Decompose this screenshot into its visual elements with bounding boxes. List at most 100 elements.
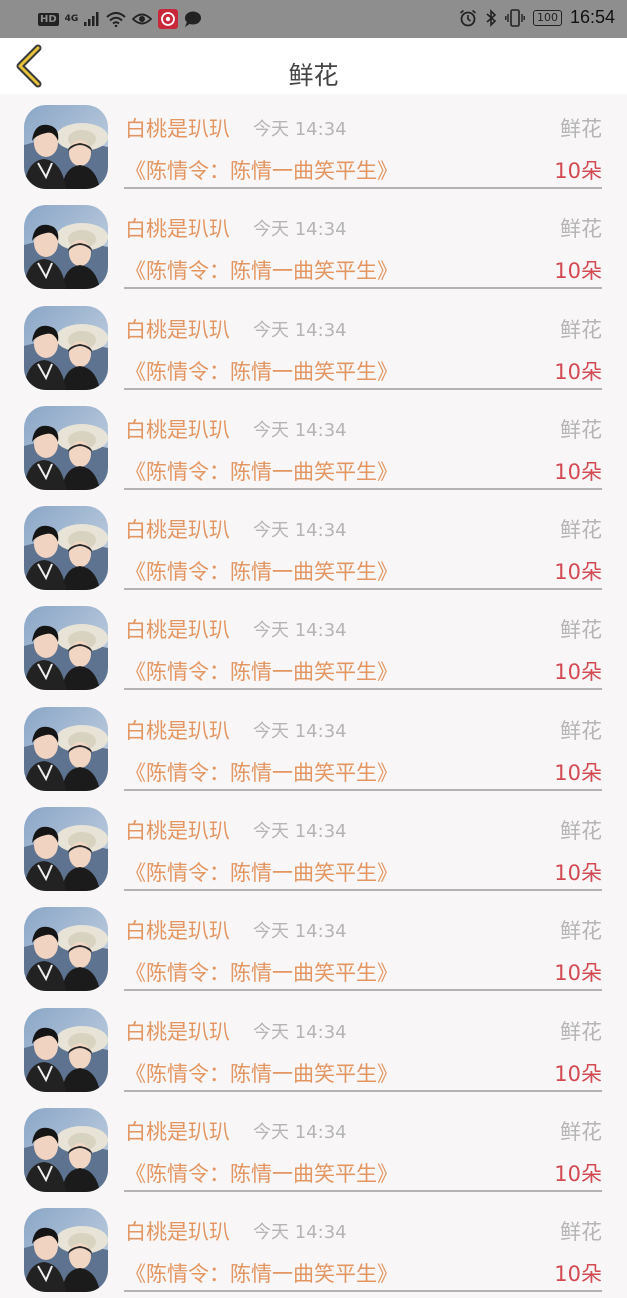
sender-name: 白桃是玐玐 xyxy=(125,718,230,743)
status-bar: HD 4G 100 16:54 xyxy=(0,0,627,38)
header-bar: 鲜花 xyxy=(0,38,627,94)
gift-count: 10朵 xyxy=(554,1161,602,1186)
avatar[interactable] xyxy=(24,105,108,189)
timestamp: 今天 14:34 xyxy=(253,520,347,542)
page-title: 鲜花 xyxy=(288,61,339,90)
message-icon xyxy=(185,11,202,27)
divider xyxy=(124,287,602,290)
gift-type-label: 鲜花 xyxy=(560,1119,602,1144)
avatar[interactable] xyxy=(24,1007,108,1092)
drama-title[interactable]: 《陈情令：陈情一曲笑平生》 xyxy=(125,456,398,486)
avatar-image xyxy=(24,1007,108,1092)
sender-name: 白桃是玐玐 xyxy=(125,117,230,141)
divider xyxy=(124,1290,602,1293)
timestamp: 今天 14:34 xyxy=(253,821,347,843)
avatar[interactable] xyxy=(24,706,108,791)
divider xyxy=(124,989,602,992)
avatar[interactable] xyxy=(24,807,108,892)
sender-name: 白桃是玐玐 xyxy=(125,317,230,342)
drama-title[interactable]: 《陈情令：陈情一曲笑平生》 xyxy=(125,356,398,386)
drama-title[interactable]: 《陈情令：陈情一曲笑平生》 xyxy=(125,1258,398,1288)
list-item[interactable]: 白桃是玐玐 今天 14:34 鲜花 《陈情令：陈情一曲笑平生》 10朵 xyxy=(0,997,627,1097)
gift-count: 10朵 xyxy=(554,359,602,384)
gift-type-label: 鲜花 xyxy=(560,1019,602,1044)
gift-count: 10朵 xyxy=(554,1262,602,1287)
avatar[interactable] xyxy=(24,907,108,992)
gift-count: 10朵 xyxy=(554,861,602,886)
divider xyxy=(124,1189,602,1192)
timestamp: 今天 14:34 xyxy=(253,319,347,341)
drama-title[interactable]: 《陈情令：陈情一曲笑平生》 xyxy=(125,1058,398,1088)
drama-title[interactable]: 《陈情令：陈情一曲笑平生》 xyxy=(125,1158,398,1188)
list-item[interactable]: 白桃是玐玐 今天 14:34 鲜花 《陈情令：陈情一曲笑平生》 10朵 xyxy=(0,94,627,194)
drama-title[interactable]: 《陈情令：陈情一曲笑平生》 xyxy=(125,957,398,987)
list-item[interactable]: 白桃是玐玐 今天 14:34 鲜花 《陈情令：陈情一曲笑平生》 10朵 xyxy=(0,1097,627,1197)
list-item[interactable]: 白桃是玐玐 今天 14:34 鲜花 《陈情令：陈情一曲笑平生》 10朵 xyxy=(0,595,627,695)
list-item[interactable]: 白桃是玐玐 今天 14:34 鲜花 《陈情令：陈情一曲笑平生》 10朵 xyxy=(0,295,627,395)
sender-name: 白桃是玐玐 xyxy=(125,518,230,543)
gift-type-label: 鲜花 xyxy=(560,417,602,442)
timestamp: 今天 14:34 xyxy=(253,720,347,742)
clock: 16:54 xyxy=(569,7,615,27)
drama-title[interactable]: 《陈情令：陈情一曲笑平生》 xyxy=(125,556,398,586)
sender-name: 白桃是玐玐 xyxy=(125,417,230,442)
gift-type-label: 鲜花 xyxy=(560,518,602,543)
gift-count: 10朵 xyxy=(554,560,602,585)
avatar[interactable] xyxy=(24,506,108,591)
gift-count: 10朵 xyxy=(554,459,602,484)
avatar[interactable] xyxy=(24,1107,108,1192)
avatar-image xyxy=(24,706,108,791)
avatar[interactable] xyxy=(24,405,108,490)
avatar-image xyxy=(24,105,108,189)
avatar[interactable] xyxy=(24,606,108,691)
divider xyxy=(124,487,602,490)
avatar-image xyxy=(24,807,108,892)
divider xyxy=(124,688,602,691)
drama-title[interactable]: 《陈情令：陈情一曲笑平生》 xyxy=(125,757,398,787)
list-item[interactable]: 白桃是玐玐 今天 14:34 鲜花 《陈情令：陈情一曲笑平生》 10朵 xyxy=(0,194,627,294)
avatar-image xyxy=(24,205,108,290)
sender-name: 白桃是玐玐 xyxy=(125,819,230,844)
sender-name: 白桃是玐玐 xyxy=(125,618,230,643)
divider xyxy=(124,889,602,892)
avatar-image xyxy=(24,405,108,490)
list-item[interactable]: 白桃是玐玐 今天 14:34 鲜花 《陈情令：陈情一曲笑平生》 10朵 xyxy=(0,696,627,796)
gift-type-label: 鲜花 xyxy=(560,919,602,944)
list-item[interactable]: 白桃是玐玐 今天 14:34 鲜花 《陈情令：陈情一曲笑平生》 10朵 xyxy=(0,896,627,996)
sender-name: 白桃是玐玐 xyxy=(125,217,230,242)
sender-name: 白桃是玐玐 xyxy=(125,1019,230,1044)
divider xyxy=(124,387,602,390)
gift-count: 10朵 xyxy=(554,961,602,986)
timestamp: 今天 14:34 xyxy=(253,1222,347,1244)
alarm-icon xyxy=(459,9,476,26)
network-indicator: 4G xyxy=(64,14,79,24)
bluetooth-icon xyxy=(486,8,497,27)
list-item[interactable]: 白桃是玐玐 今天 14:34 鲜花 《陈情令：陈情一曲笑平生》 10朵 xyxy=(0,796,627,896)
drama-title[interactable]: 《陈情令：陈情一曲笑平生》 xyxy=(125,857,398,887)
gift-count: 10朵 xyxy=(554,259,602,284)
list-item[interactable]: 白桃是玐玐 今天 14:34 鲜花 《陈情令：陈情一曲笑平生》 10朵 xyxy=(0,395,627,495)
avatar-image xyxy=(24,606,108,691)
divider xyxy=(124,788,602,791)
sender-name: 白桃是玐玐 xyxy=(125,919,230,944)
gift-type-label: 鲜花 xyxy=(560,618,602,643)
avatar[interactable] xyxy=(24,205,108,290)
avatar[interactable] xyxy=(24,305,108,390)
gift-type-label: 鲜花 xyxy=(560,819,602,844)
eye-icon xyxy=(132,13,153,25)
divider xyxy=(124,1089,602,1092)
gift-record-list: 白桃是玐玐 今天 14:34 鲜花 《陈情令：陈情一曲笑平生》 10朵 白桃是玐… xyxy=(0,94,627,1298)
battery-indicator: 100 xyxy=(532,9,562,26)
gift-count: 10朵 xyxy=(554,760,602,785)
list-item[interactable]: 白桃是玐玐 今天 14:34 鲜花 《陈情令：陈情一曲笑平生》 10朵 xyxy=(0,495,627,595)
drama-title[interactable]: 《陈情令：陈情一曲笑平生》 xyxy=(125,255,398,285)
list-item[interactable]: 白桃是玐玐 今天 14:34 鲜花 《陈情令：陈情一曲笑平生》 10朵 xyxy=(0,1197,627,1297)
divider xyxy=(124,588,602,591)
drama-title[interactable]: 《陈情令：陈情一曲笑平生》 xyxy=(125,656,398,686)
gift-count: 10朵 xyxy=(554,159,602,183)
gift-type-label: 鲜花 xyxy=(560,317,602,342)
app-notification-icon xyxy=(158,9,179,29)
drama-title[interactable]: 《陈情令：陈情一曲笑平生》 xyxy=(125,155,398,185)
avatar-image xyxy=(24,1107,108,1192)
avatar-image xyxy=(24,305,108,390)
